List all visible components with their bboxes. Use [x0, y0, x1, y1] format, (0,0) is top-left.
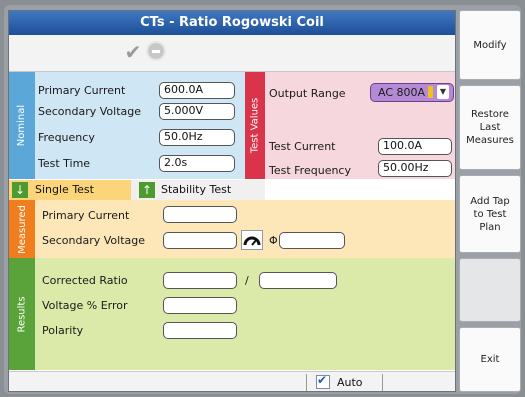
results-section: Results Corrected Ratio / Voltage % Erro… — [9, 258, 455, 370]
output-range-dropdown[interactable]: AC 800A ▼ — [370, 83, 454, 102]
nominal-tab: Nominal — [9, 72, 35, 179]
gauge-icon[interactable] — [241, 230, 263, 250]
phase-symbol: Φ — [269, 234, 278, 247]
nominal-section: Nominal Primary Current 600.0A Secondary… — [9, 72, 245, 179]
test-current-input[interactable]: 100.0A — [378, 138, 452, 155]
corrected-ratio-label: Corrected Ratio — [42, 274, 128, 287]
measured-primary-current-value — [163, 206, 237, 223]
cancel-icon[interactable] — [146, 41, 166, 61]
output-range-value: AC 800A — [378, 86, 426, 99]
tab-single-test-label: Single Test — [35, 183, 94, 196]
measured-tab: Measured — [9, 200, 35, 258]
test-frequency-input[interactable]: 50.00Hz — [378, 160, 452, 177]
test-values-tab-label: Test Values — [249, 97, 261, 154]
results-tab: Results — [9, 258, 35, 370]
tab-stability-test[interactable]: ↑ Stability Test — [131, 180, 265, 200]
primary-current-label: Primary Current — [38, 84, 126, 97]
frequency-label: Frequency — [38, 131, 95, 144]
restore-last-measures-button[interactable]: Restore Last Measures — [459, 85, 521, 170]
exit-button[interactable]: Exit — [459, 327, 521, 392]
voltage-error-value — [163, 297, 237, 314]
auto-label: Auto — [337, 376, 363, 389]
status-divider — [382, 374, 383, 391]
arrow-down-icon: ↓ — [12, 182, 28, 198]
measured-section: Measured Primary Current Secondary Volta… — [9, 200, 455, 258]
status-bar: ✔ Auto — [9, 371, 455, 391]
main-panel: CTs - Ratio Rogowski Coil ✔ Nominal Prim… — [8, 10, 456, 392]
toolbar: ✔ — [9, 35, 455, 72]
measured-tab-label: Measured — [16, 204, 28, 254]
test-time-input[interactable]: 2.0s — [159, 155, 235, 172]
sidebar: Modify Restore Last Measures Add Tap to … — [459, 10, 521, 392]
add-tap-to-test-plan-button[interactable]: Add Tap to Test Plan — [459, 175, 521, 253]
test-current-label: Test Current — [269, 140, 336, 153]
phase-value — [279, 232, 345, 249]
test-frequency-label: Test Frequency — [269, 164, 351, 177]
measured-secondary-voltage-value — [163, 232, 237, 249]
status-divider — [306, 374, 307, 391]
tab-stability-test-label: Stability Test — [161, 183, 232, 196]
check-icon[interactable]: ✔ — [122, 41, 144, 63]
voltage-error-label: Voltage % Error — [42, 299, 128, 312]
modify-button[interactable]: Modify — [459, 10, 521, 80]
test-time-label: Test Time — [38, 157, 91, 170]
nominal-tab-label: Nominal — [16, 104, 28, 147]
primary-current-input[interactable]: 600.0A — [159, 82, 235, 99]
window-title: CTs - Ratio Rogowski Coil — [9, 11, 455, 35]
check-mark-icon: ✔ — [317, 373, 328, 387]
results-tab-label: Results — [16, 295, 28, 333]
measured-secondary-voltage-label: Secondary Voltage — [42, 234, 146, 247]
frequency-input[interactable]: 50.0Hz — [159, 129, 235, 146]
chevron-down-icon[interactable]: ▼ — [437, 85, 449, 99]
ratio-separator: / — [245, 274, 249, 287]
test-values-section: Test Values Output Range AC 800A ▼ Test … — [245, 72, 455, 179]
tab-single-test[interactable]: ↓ Single Test — [9, 180, 131, 200]
secondary-voltage-label: Secondary Voltage — [38, 105, 142, 118]
corrected-ratio-secondary-value — [259, 272, 337, 289]
measured-primary-current-label: Primary Current — [42, 209, 130, 222]
test-values-tab: Test Values — [245, 72, 265, 179]
sidebar-empty-slot — [459, 258, 521, 322]
secondary-voltage-input[interactable]: 5.000V — [159, 103, 235, 120]
polarity-label: Polarity — [42, 324, 84, 337]
output-range-label: Output Range — [269, 87, 346, 100]
arrow-up-icon: ↑ — [139, 182, 155, 198]
corrected-ratio-primary-value — [163, 272, 237, 289]
warning-indicator — [428, 86, 433, 98]
polarity-value — [163, 322, 237, 339]
auto-checkbox[interactable]: ✔ — [316, 373, 330, 389]
